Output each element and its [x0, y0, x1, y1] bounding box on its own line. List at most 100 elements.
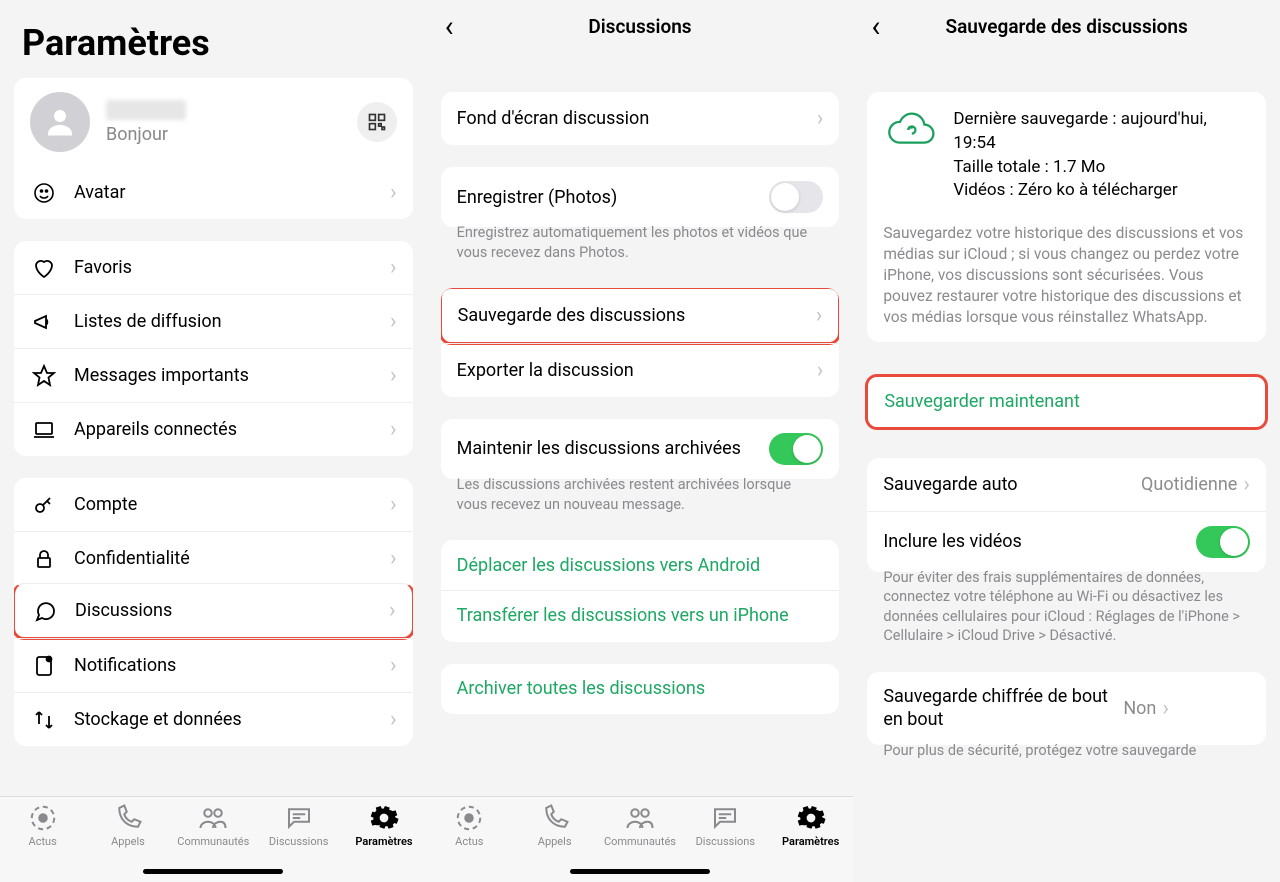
tab-label: Appels [111, 835, 145, 848]
cloud-upload-icon [883, 108, 937, 203]
avatar-row[interactable]: Avatar › [14, 166, 413, 219]
archive-card: Archiver toutes les discussions [441, 664, 840, 714]
storage-row[interactable]: Stockage et données › [14, 692, 413, 746]
include-videos-toggle[interactable] [1196, 526, 1250, 558]
videos-line: Vidéos : Zéro ko à télécharger [953, 179, 1250, 203]
e2e-card: Sauvegarde chiffrée de bout en bout Non … [867, 672, 1266, 745]
lock-icon [30, 547, 58, 571]
chevron-right-icon: › [817, 106, 824, 131]
tab-settings[interactable]: Paramètres [341, 803, 426, 882]
privacy-row[interactable]: Confidentialité › [14, 531, 413, 585]
chat-backup-row[interactable]: Sauvegarde des discussions › [441, 288, 840, 345]
keep-archived-label: Maintenir les discussions archivées [457, 438, 770, 461]
tab-bar: Actus Appels Communautés Discussions Par… [427, 796, 854, 882]
chats-icon [284, 803, 314, 833]
chevron-right-icon: › [816, 303, 823, 328]
linked-devices-label: Appareils connectés [74, 419, 390, 440]
screen-chats: ‹ Discussions Fond d'écran discussion › … [427, 0, 854, 882]
transfer-iphone-label: Transférer les discussions vers un iPhon… [457, 605, 824, 628]
gear-icon [369, 803, 399, 833]
last-backup-line: Dernière sauvegarde : aujourd'hui, 19:54 [953, 108, 1250, 156]
chats-row[interactable]: Discussions › [14, 583, 413, 640]
back-button[interactable]: ‹ [445, 9, 454, 44]
save-photos-label: Enregistrer (Photos) [457, 187, 770, 208]
backup-now-row[interactable]: Sauvegarder maintenant [868, 377, 1265, 427]
chevron-right-icon: › [390, 707, 397, 732]
e2e-note: Pour plus de sécurité, protégez votre sa… [867, 741, 1266, 769]
save-photos-note: Enregistrez automatiquement les photos e… [441, 223, 840, 270]
backup-now-card: Sauvegarder maintenant [865, 374, 1268, 430]
keep-archived-note: Les discussions archivées restent archiv… [441, 475, 840, 522]
chat-backup-label: Sauvegarde des discussions [458, 305, 816, 326]
export-chat-row[interactable]: Exporter la discussion › [441, 343, 840, 397]
starred-label: Messages importants [74, 365, 390, 386]
wifi-note: Pour éviter des frais supplémentaires de… [867, 568, 1266, 654]
total-size-line: Taille totale : 1.7 Mo [953, 156, 1250, 180]
e2e-label: Sauvegarde chiffrée de bout en bout [883, 686, 1123, 731]
profile-card: Bonjour Avatar › [14, 78, 413, 219]
settings-group-1: Favoris › Listes de diffusion › Messages… [14, 241, 413, 456]
notifications-row[interactable]: Notifications › [14, 638, 413, 692]
back-button[interactable]: ‹ [871, 9, 880, 44]
include-videos-row[interactable]: Inclure les vidéos [867, 511, 1266, 572]
profile-name-redacted [106, 100, 186, 120]
tab-label: Appels [538, 835, 572, 848]
auto-backup-row[interactable]: Sauvegarde auto Quotidienne › [867, 458, 1266, 511]
chevron-right-icon: › [390, 546, 397, 571]
tab-label: Paramètres [355, 835, 412, 848]
wallpaper-row[interactable]: Fond d'écran discussion › [441, 92, 840, 145]
screen-backup: ‹ Sauvegarde des discussions Dernière sa… [853, 0, 1280, 882]
tab-actus[interactable]: Actus [427, 803, 512, 882]
tab-bar: Actus Appels Communautés Discussions Par… [0, 796, 427, 882]
save-photos-toggle[interactable] [769, 181, 823, 213]
account-row[interactable]: Compte › [14, 478, 413, 531]
starred-row[interactable]: Messages importants › [14, 348, 413, 402]
profile-row[interactable]: Bonjour [14, 78, 413, 166]
backup-info-card: Dernière sauvegarde : aujourd'hui, 19:54… [867, 92, 1266, 342]
wallpaper-card: Fond d'écran discussion › [441, 92, 840, 145]
chevron-right-icon: › [390, 180, 397, 205]
tab-settings[interactable]: Paramètres [768, 803, 853, 882]
favorites-row[interactable]: Favoris › [14, 241, 413, 294]
tab-actus[interactable]: Actus [0, 803, 85, 882]
qr-code-button[interactable] [357, 102, 397, 142]
keep-archived-toggle[interactable] [769, 433, 823, 465]
favorites-label: Favoris [74, 257, 390, 278]
tab-label: Actus [29, 835, 57, 848]
header-title: Discussions [588, 15, 691, 38]
move-android-label: Déplacer les discussions vers Android [457, 555, 824, 576]
save-photos-row[interactable]: Enregistrer (Photos) [441, 167, 840, 227]
heart-icon [30, 256, 58, 280]
chevron-right-icon: › [1162, 696, 1169, 721]
e2e-value: Non [1123, 698, 1156, 719]
profile-text: Bonjour [106, 100, 186, 145]
chevron-right-icon: › [1243, 472, 1250, 497]
backup-text: Dernière sauvegarde : aujourd'hui, 19:54… [953, 108, 1250, 203]
backup-info: Dernière sauvegarde : aujourd'hui, 19:54… [867, 92, 1266, 219]
chevron-right-icon: › [389, 598, 396, 623]
laptop-icon [30, 418, 58, 442]
save-photos-card: Enregistrer (Photos) [441, 167, 840, 227]
chats-label: Discussions [75, 600, 389, 621]
keep-archived-row[interactable]: Maintenir les discussions archivées [441, 419, 840, 479]
auto-backup-value: Quotidienne [1141, 474, 1237, 495]
tab-label: Communautés [604, 835, 676, 848]
chevron-right-icon: › [390, 363, 397, 388]
transfer-iphone-row[interactable]: Transférer les discussions vers un iPhon… [441, 590, 840, 642]
broadcast-row[interactable]: Listes de diffusion › [14, 294, 413, 348]
qr-code-icon [367, 112, 387, 132]
backup-now-label: Sauvegarder maintenant [884, 391, 1249, 412]
chevron-right-icon: › [390, 255, 397, 280]
gear-icon [796, 803, 826, 833]
archive-all-row[interactable]: Archiver toutes les discussions [441, 664, 840, 714]
backup-export-card: Sauvegarde des discussions › Exporter la… [441, 288, 840, 397]
chevron-right-icon: › [817, 358, 824, 383]
key-icon [30, 493, 58, 517]
e2e-backup-row[interactable]: Sauvegarde chiffrée de bout en bout Non … [867, 672, 1266, 745]
status-icon [28, 803, 58, 833]
move-android-row[interactable]: Déplacer les discussions vers Android [441, 540, 840, 590]
tab-label: Paramètres [782, 835, 839, 848]
status-icon [454, 803, 484, 833]
linked-devices-row[interactable]: Appareils connectés › [14, 402, 413, 456]
chevron-right-icon: › [390, 653, 397, 678]
